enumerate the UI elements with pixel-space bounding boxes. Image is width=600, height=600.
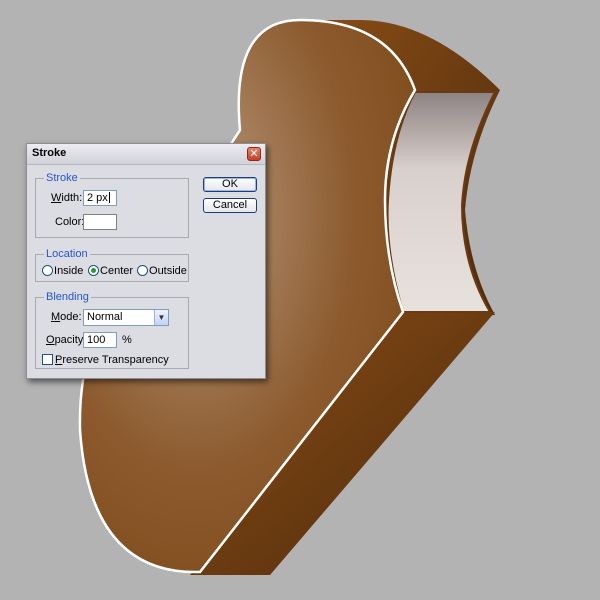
dialog-titlebar[interactable]: Stroke ✕ <box>27 144 265 165</box>
stroke-group-title: Stroke <box>44 172 80 184</box>
location-group: Location Inside Center Outside <box>35 248 189 282</box>
radio-icon <box>137 265 148 276</box>
ok-button[interactable]: OK <box>203 177 257 192</box>
cancel-button[interactable]: Cancel <box>203 198 257 213</box>
width-field[interactable]: 2 px <box>83 190 117 206</box>
chevron-down-icon[interactable]: ▼ <box>154 310 168 325</box>
mode-dropdown[interactable]: Normal ▼ <box>83 309 169 326</box>
opacity-field[interactable]: 100 <box>83 332 117 348</box>
blending-group-title: Blending <box>44 291 91 303</box>
location-inside-radio[interactable]: Inside <box>42 265 83 278</box>
width-label: Width: <box>51 192 83 204</box>
color-swatch[interactable] <box>83 214 117 230</box>
location-group-title: Location <box>44 248 90 260</box>
blending-group: Blending Mode: Normal ▼ Opacity: 100 % P… <box>35 291 189 369</box>
location-center-radio[interactable]: Center <box>88 265 133 278</box>
opacity-label: Opacity: <box>46 334 87 346</box>
dialog-title: Stroke <box>32 147 67 159</box>
preserve-transparency-checkbox[interactable]: Preserve Transparency <box>42 354 169 367</box>
mode-label: Mode: <box>51 311 82 323</box>
color-label: Color: <box>55 216 85 228</box>
location-outside-radio[interactable]: Outside <box>137 265 187 278</box>
close-icon: ✕ <box>249 148 259 160</box>
stroke-dialog: Stroke ✕ Stroke Width: 2 px Color: Locat… <box>26 143 266 379</box>
close-button[interactable]: ✕ <box>247 147 261 161</box>
radio-selected-icon <box>88 265 99 276</box>
opacity-unit: % <box>122 334 132 346</box>
stroke-group: Stroke Width: 2 px Color: <box>35 172 189 238</box>
radio-icon <box>42 265 53 276</box>
checkbox-icon <box>42 354 53 365</box>
